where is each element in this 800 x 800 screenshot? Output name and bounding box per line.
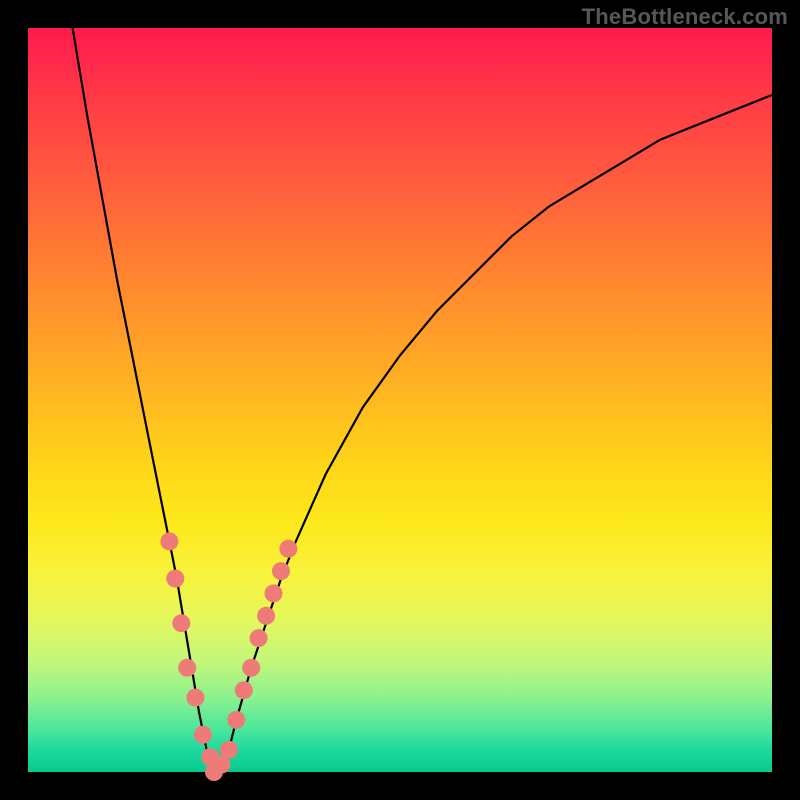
marker-group [160,532,297,781]
marker-dot [272,562,290,580]
marker-dot [160,532,178,550]
marker-dot [250,629,268,647]
outer-frame: TheBottleneck.com [0,0,800,800]
marker-dot [235,681,253,699]
marker-dot [227,711,245,729]
marker-dot [194,726,212,744]
marker-dot [265,584,283,602]
marker-dot [257,607,275,625]
chart-svg [28,28,772,772]
plot-area [28,28,772,772]
curve-path [73,28,772,772]
marker-dot [279,540,297,558]
marker-dot [178,659,196,677]
marker-dot [172,614,190,632]
marker-dot [186,689,204,707]
marker-dot [220,741,238,759]
watermark-text: TheBottleneck.com [582,4,788,30]
marker-dot [242,659,260,677]
marker-dot [166,570,184,588]
